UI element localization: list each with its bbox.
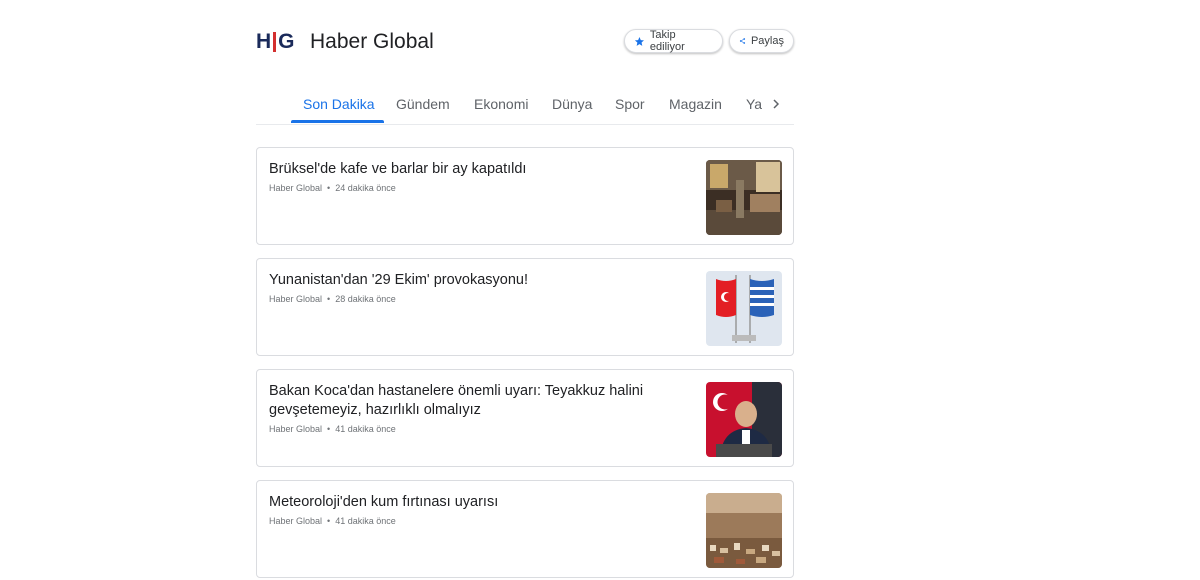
tab-dunya[interactable]: Dünya [552, 96, 592, 112]
logo-divider [273, 32, 277, 52]
article-source: Haber Global [269, 516, 323, 526]
section-tabs: Son Dakika Gündem Ekonomi Dünya Spor Mag… [256, 84, 794, 125]
following-label: Takip ediliyor [649, 29, 685, 53]
star-icon [634, 36, 644, 46]
logo-letter-h: H [256, 30, 272, 53]
article-meta: Haber Global • 41 dakika önce [269, 424, 396, 434]
article-card[interactable]: Brüksel'de kafe ve barlar bir ay kapatıl… [256, 147, 794, 245]
article-source: Haber Global [269, 183, 323, 193]
tab-ekonomi[interactable]: Ekonomi [474, 96, 528, 112]
tab-magazin[interactable]: Magazin [669, 96, 722, 112]
article-time: 28 dakika önce [335, 294, 396, 304]
publisher-logo: H G [256, 31, 295, 53]
article-title[interactable]: Brüksel'de kafe ve barlar bir ay kapatıl… [269, 160, 689, 179]
article-title[interactable]: Meteoroloji'den kum fırtınası uyarısı [269, 493, 689, 512]
tab-gundem[interactable]: Gündem [396, 96, 450, 112]
article-time: 24 dakika önce [335, 183, 396, 193]
article-source: Haber Global [269, 294, 323, 304]
publication-header: H G Haber Global Takip ediliyor Paylaş [256, 28, 794, 56]
article-title[interactable]: Bakan Koca'dan hastanelere önemli uyarı:… [269, 382, 689, 420]
tab-spor[interactable]: Spor [615, 96, 645, 112]
article-title[interactable]: Yunanistan'dan '29 Ekim' provokasyonu! [269, 271, 689, 290]
article-card[interactable]: Yunanistan'dan '29 Ekim' provokasyonu! H… [256, 258, 794, 356]
article-meta: Haber Global • 24 dakika önce [269, 183, 396, 193]
article-card[interactable]: Bakan Koca'dan hastanelere önemli uyarı:… [256, 369, 794, 467]
share-label: Paylaş [750, 35, 784, 47]
article-thumbnail[interactable] [706, 493, 782, 568]
share-button[interactable]: Paylaş [729, 29, 794, 53]
following-button[interactable]: Takip ediliyor [624, 29, 723, 53]
active-tab-indicator [291, 120, 384, 123]
article-time: 41 dakika önce [335, 516, 396, 526]
article-meta: Haber Global • 28 dakika önce [269, 294, 396, 304]
article-time: 41 dakika önce [335, 424, 396, 434]
publisher-name: Haber Global [310, 30, 434, 53]
tab-son-dakika[interactable]: Son Dakika [303, 96, 375, 112]
article-thumbnail[interactable] [706, 382, 782, 457]
article-meta: Haber Global • 41 dakika önce [269, 516, 396, 526]
share-icon [739, 38, 746, 44]
chevron-right-icon[interactable] [768, 96, 784, 112]
logo-letter-g: G [278, 30, 295, 53]
article-card[interactable]: Meteoroloji'den kum fırtınası uyarısı Ha… [256, 480, 794, 578]
article-thumbnail[interactable] [706, 271, 782, 346]
article-thumbnail[interactable] [706, 160, 782, 235]
tab-yasam[interactable]: Yaşam [746, 96, 762, 112]
article-source: Haber Global [269, 424, 323, 434]
tabs-scroll-area: Son Dakika Gündem Ekonomi Dünya Spor Mag… [256, 84, 762, 124]
